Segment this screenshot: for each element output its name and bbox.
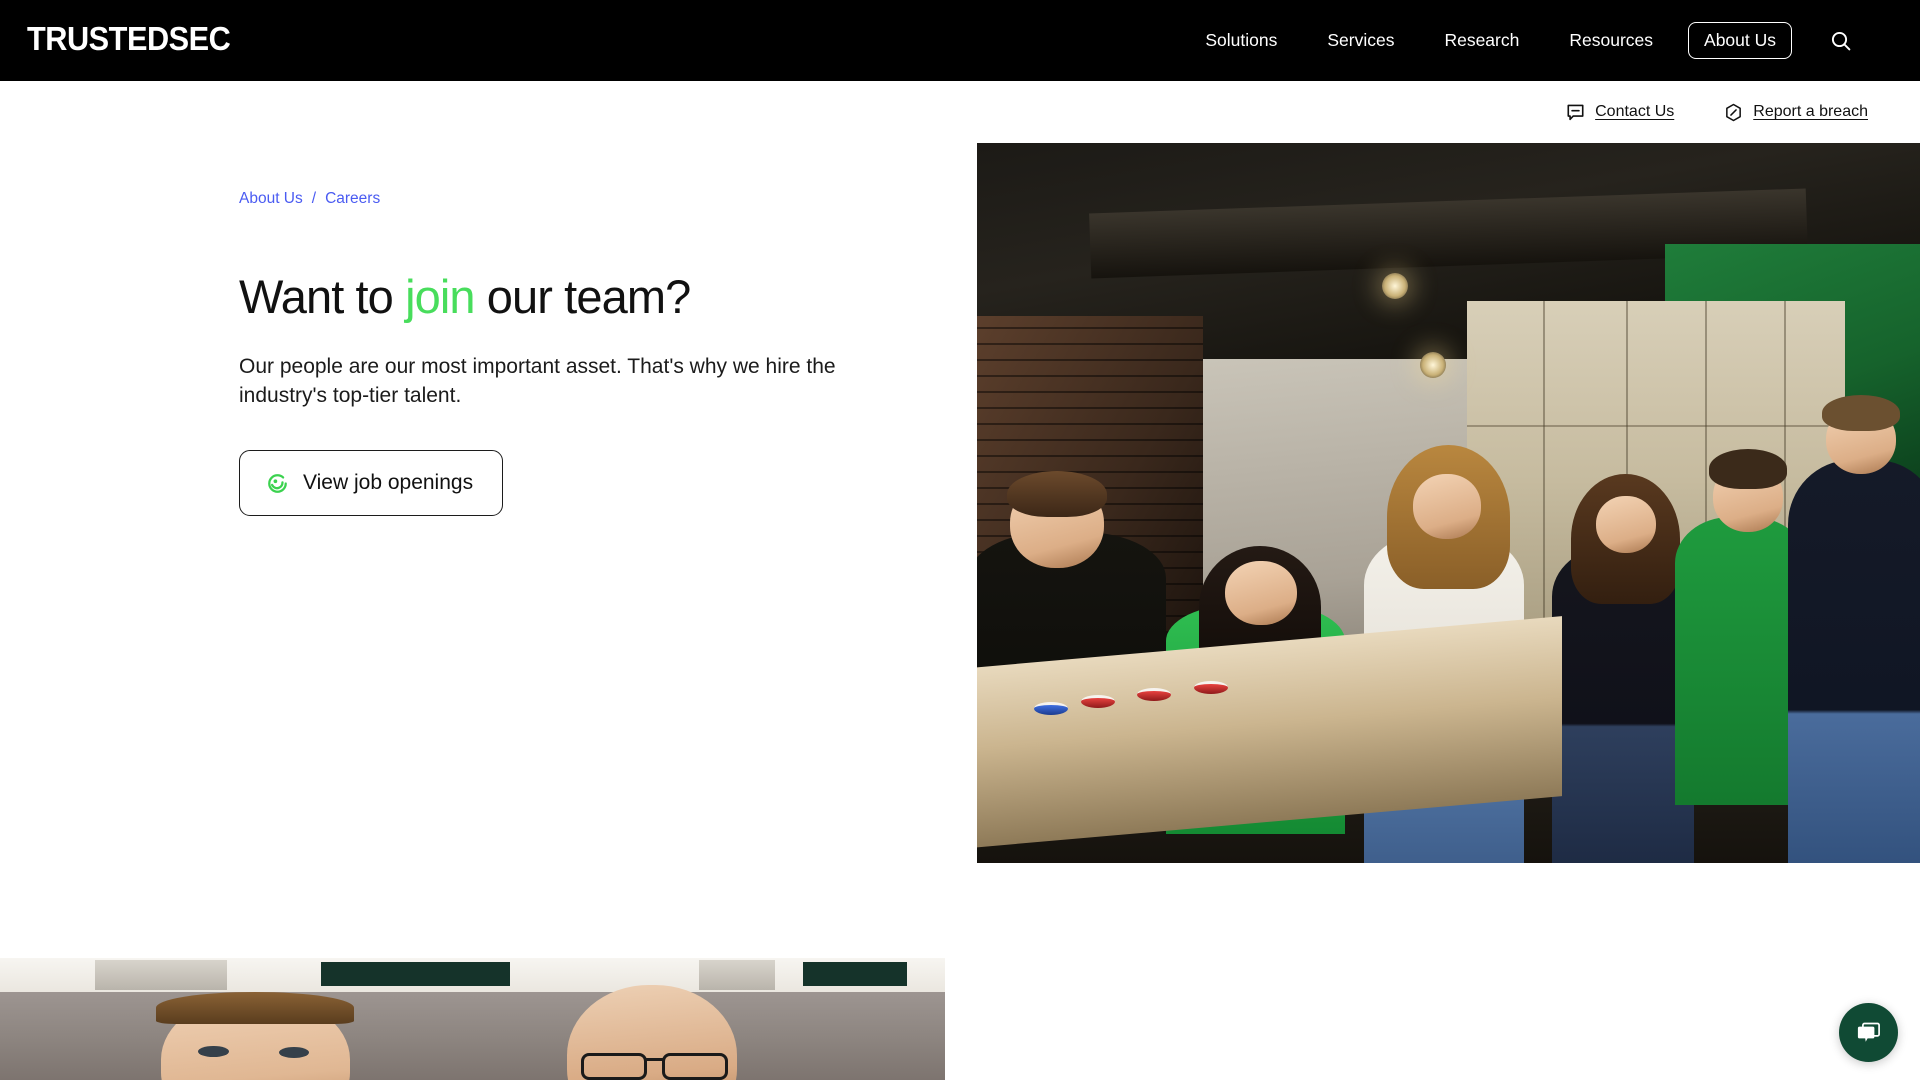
- trustedsec-swirl-icon: [268, 473, 287, 493]
- breadcrumb-separator: /: [311, 190, 317, 207]
- breadcrumb-item-careers[interactable]: Careers: [325, 190, 380, 208]
- site-logo[interactable]: TRUSTEDSEC: [27, 22, 231, 55]
- secondary-image-person-2-glasses-left: [581, 1053, 648, 1080]
- utility-bar: Contact Us Report a breach: [0, 81, 1920, 143]
- view-job-openings-label: View job openings: [303, 471, 474, 495]
- hero-image-person-6: [1787, 459, 1920, 863]
- chat-widget-button[interactable]: [1839, 1003, 1898, 1062]
- contact-us-link[interactable]: Contact Us: [1566, 103, 1674, 122]
- nav-item-services[interactable]: Services: [1302, 31, 1419, 50]
- secondary-image-person-1-eye-right: [278, 1047, 309, 1059]
- chat-bubble-icon: [1567, 104, 1584, 120]
- secondary-image-dark-panel-1: [321, 961, 511, 987]
- hero-image-person-2-face: [1225, 560, 1297, 626]
- hero-image-person-6-hair: [1821, 395, 1901, 431]
- secondary-image-couch: [0, 992, 945, 1080]
- report-a-breach-label: Report a breach: [1753, 103, 1868, 120]
- nav-item-research[interactable]: Research: [1419, 31, 1544, 50]
- secondary-image-person-2-glasses-bridge: [646, 1058, 664, 1062]
- secondary-image-window-right: [699, 960, 775, 990]
- contact-us-label: Contact Us: [1595, 103, 1675, 120]
- hero-image: [977, 143, 1920, 863]
- nav-item-solutions[interactable]: Solutions: [1180, 31, 1302, 50]
- breadcrumb-item-about-us[interactable]: About Us: [239, 190, 303, 208]
- secondary-image-dark-panel-2: [803, 961, 908, 987]
- search-icon: [1831, 31, 1851, 50]
- hero-content: About Us / Careers Want to join our team…: [239, 190, 859, 517]
- report-a-breach-link[interactable]: Report a breach: [1724, 103, 1868, 122]
- chat-bubbles-icon: [1857, 1022, 1880, 1042]
- secondary-image-window-left: [94, 960, 227, 990]
- hero-image-person-3-face: [1412, 474, 1481, 539]
- search-button[interactable]: [1824, 24, 1858, 58]
- secondary-image-person-1-hair: [155, 992, 355, 1024]
- hero-subtitle: Our people are our most important asset.…: [239, 354, 836, 408]
- site-header: TRUSTEDSEC Solutions Services Research R…: [0, 0, 1920, 81]
- secondary-image-person-2-glasses-right: [661, 1053, 728, 1080]
- hero-image-pendant-light-1: [1382, 272, 1409, 299]
- secondary-image-person-1-eye-left: [198, 1045, 229, 1057]
- primary-navigation: Solutions Services Research Resources Ab…: [1180, 0, 1858, 81]
- hero-image-person-1-hair: [1007, 470, 1108, 518]
- hero-image-pendant-light-2: [1420, 351, 1447, 378]
- breadcrumb: About Us / Careers: [239, 190, 859, 208]
- page-title-after: our team?: [474, 270, 691, 323]
- hero-image-person-5-hair: [1708, 449, 1788, 489]
- nav-item-resources[interactable]: Resources: [1544, 31, 1678, 50]
- page-title-accent: join: [405, 270, 475, 323]
- nav-item-about-us[interactable]: About Us: [1688, 21, 1792, 60]
- hero-image-person-4-face: [1595, 495, 1656, 554]
- alert-hexagon-icon: [1726, 103, 1742, 121]
- secondary-section-image: [0, 958, 945, 1080]
- page-title: Want to join our team?: [239, 270, 859, 324]
- view-job-openings-button[interactable]: View job openings: [239, 450, 504, 517]
- hero-image-puck-3: [1193, 680, 1228, 694]
- page-title-before: Want to: [239, 270, 406, 323]
